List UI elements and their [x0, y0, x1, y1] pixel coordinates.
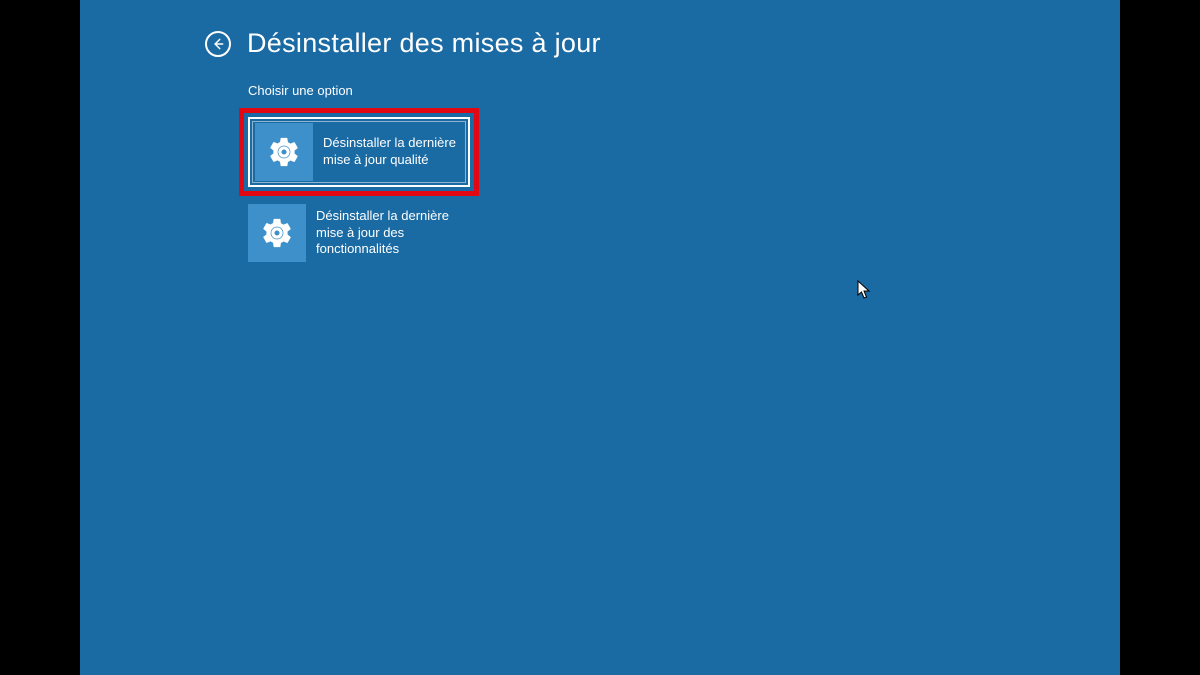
options-list: Désinstaller la dernière mise à jour qua… [248, 108, 1120, 268]
highlight-box: Désinstaller la dernière mise à jour qua… [239, 108, 479, 196]
mouse-cursor-icon [857, 280, 871, 300]
back-arrow-icon [211, 37, 225, 51]
header: Désinstaller des mises à jour [80, 0, 1120, 59]
recovery-screen: Désinstaller des mises à jour Choisir un… [80, 0, 1120, 675]
option-uninstall-feature-update[interactable]: Désinstaller la dernière mise à jour des… [248, 198, 470, 268]
back-button[interactable] [205, 31, 231, 57]
option-label: Désinstaller la dernière mise à jour qua… [313, 135, 465, 169]
page-title: Désinstaller des mises à jour [247, 28, 601, 59]
option-icon-box [255, 123, 313, 181]
option-label: Désinstaller la dernière mise à jour des… [306, 208, 470, 259]
option-icon-box [248, 204, 306, 262]
subtitle: Choisir une option [248, 83, 1120, 98]
gear-icon [267, 135, 301, 169]
option-uninstall-quality-update[interactable]: Désinstaller la dernière mise à jour qua… [248, 117, 470, 187]
gear-icon [260, 216, 294, 250]
